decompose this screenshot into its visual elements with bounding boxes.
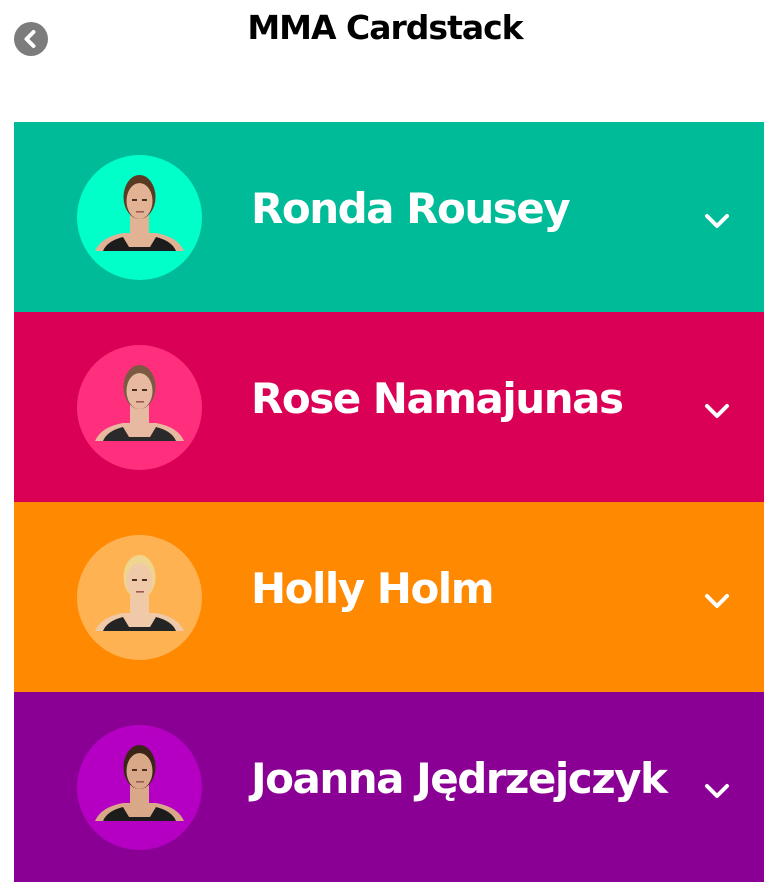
chevron-down-icon: [705, 784, 729, 798]
header: MMA Cardstack: [0, 0, 770, 100]
fighter-avatar: [77, 535, 202, 660]
fighter-name: Ronda Rousey: [251, 184, 571, 233]
fighter-name: Joanna Jędrzejczyk: [251, 754, 668, 803]
fighter-portrait: [95, 745, 184, 821]
fighter-card-namajunas[interactable]: Rose Namajunas: [14, 312, 764, 502]
expand-button[interactable]: [702, 776, 732, 806]
fighter-portrait: [95, 555, 184, 631]
page-title: MMA Cardstack: [247, 8, 523, 47]
fighter-name: Rose Namajunas: [251, 374, 624, 423]
expand-button[interactable]: [702, 586, 732, 616]
chevron-down-icon: [705, 594, 729, 608]
card-stack: Ronda Rousey Rose Namajunas Holly Holm J…: [14, 122, 764, 882]
chevron-down-icon: [705, 404, 729, 418]
fighter-avatar: [77, 725, 202, 850]
fighter-avatar: [77, 155, 202, 280]
fighter-portrait: [95, 175, 184, 251]
expand-button[interactable]: [702, 206, 732, 236]
fighter-card-jedrzejczyk[interactable]: Joanna Jędrzejczyk: [14, 692, 764, 882]
fighter-card-rousey[interactable]: Ronda Rousey: [14, 122, 764, 312]
fighter-card-holm[interactable]: Holly Holm: [14, 502, 764, 692]
fighter-name: Holly Holm: [251, 564, 494, 613]
fighter-portrait: [95, 365, 184, 441]
expand-button[interactable]: [702, 396, 732, 426]
chevron-down-icon: [705, 214, 729, 228]
fighter-avatar: [77, 345, 202, 470]
